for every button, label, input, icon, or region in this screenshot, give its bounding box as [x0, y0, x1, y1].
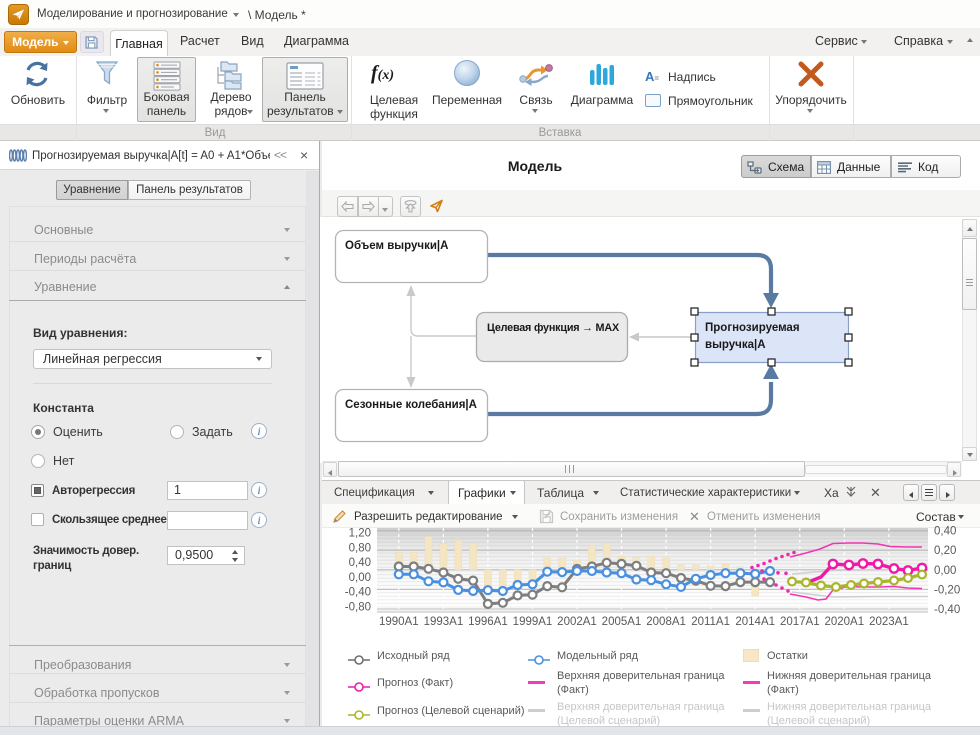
svg-text:-0,40: -0,40: [345, 587, 371, 599]
svg-text:1999A1: 1999A1: [513, 616, 553, 628]
svg-text:1996A1: 1996A1: [468, 616, 508, 628]
svg-text:2020A1: 2020A1: [824, 616, 864, 628]
svg-text:1,20: 1,20: [349, 528, 371, 540]
svg-text:-0,20: -0,20: [934, 584, 960, 596]
svg-text:2023A1: 2023A1: [869, 616, 909, 628]
svg-text:0,00: 0,00: [349, 572, 371, 584]
svg-text:-0,80: -0,80: [345, 602, 371, 614]
svg-text:2002A1: 2002A1: [557, 616, 597, 628]
svg-text:2014A1: 2014A1: [735, 616, 775, 628]
svg-text:2011A1: 2011A1: [691, 616, 730, 628]
svg-text:0,00: 0,00: [934, 565, 956, 577]
svg-text:2017A1: 2017A1: [780, 616, 820, 628]
svg-text:-0,40: -0,40: [934, 604, 960, 616]
svg-text:1990A1: 1990A1: [379, 616, 419, 628]
svg-text:0,40: 0,40: [934, 526, 956, 538]
svg-text:1993A1: 1993A1: [424, 616, 464, 628]
svg-text:0,20: 0,20: [934, 545, 956, 557]
svg-text:2008A1: 2008A1: [646, 616, 686, 628]
svg-text:2005A1: 2005A1: [602, 616, 642, 628]
svg-text:0,40: 0,40: [349, 557, 371, 569]
svg-text:0,80: 0,80: [349, 542, 371, 554]
